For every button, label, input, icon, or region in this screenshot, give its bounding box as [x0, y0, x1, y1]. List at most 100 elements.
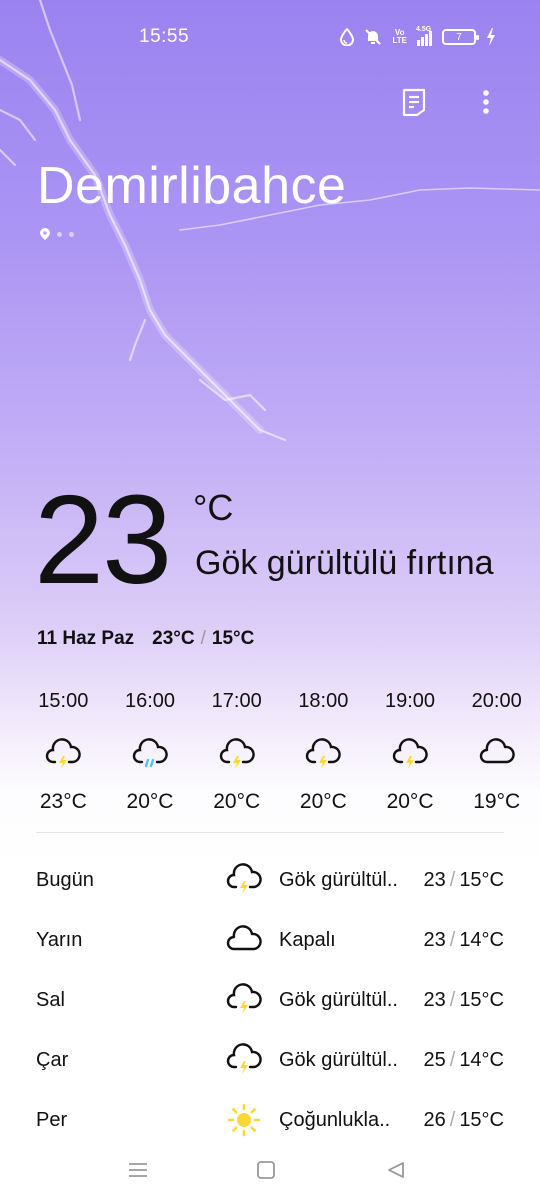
day-high: 23	[423, 928, 446, 951]
document-icon	[402, 88, 426, 116]
menu-icon	[129, 1163, 147, 1177]
home-icon	[257, 1161, 275, 1179]
today-low: 15°C	[211, 628, 255, 649]
hour-temp: 23°C	[39, 790, 87, 813]
thunder-cloud-icon	[392, 736, 428, 772]
page-dot	[69, 231, 74, 237]
hourly-forecast[interactable]: 15:00 23°C 16:00 20°C 17:00 20°C 18:00 2…	[20, 690, 540, 814]
day-condition: Kapalı	[279, 928, 336, 951]
day-name: Per	[36, 1108, 68, 1131]
battery-icon: 7	[442, 29, 479, 45]
thunder-cloud-icon	[305, 736, 342, 772]
daily-forecast: Bugün Gök gürültül.. 23/15°C Yarın Kapal…	[36, 850, 506, 1150]
more-vertical-icon	[483, 90, 489, 114]
day-low: 15°C	[459, 1108, 504, 1131]
temp-separator: /	[449, 988, 456, 1011]
page-dot	[57, 231, 62, 237]
signal-icon: 4.5G	[416, 26, 432, 46]
sun-icon	[226, 1103, 262, 1143]
hour-time: 16:00	[124, 690, 176, 712]
current-temperature: 23	[34, 469, 172, 610]
thunder-cloud-icon	[226, 983, 262, 1023]
day-high: 26	[423, 1108, 446, 1131]
current-condition: Gök gürültülü fırtına	[195, 544, 494, 582]
temp-separator: /	[449, 1048, 456, 1071]
hour-temp: 20°C	[299, 790, 347, 813]
temperature-unit: °C	[193, 487, 234, 528]
thunder-cloud-icon	[45, 736, 82, 772]
hour-temp: 20°C	[213, 790, 261, 813]
hour-time: 17:00	[211, 690, 262, 712]
day-low: 14°C	[459, 928, 504, 951]
day-name: Çar	[36, 1048, 69, 1071]
hour-time: 19:00	[384, 690, 436, 712]
day-low: 15°C	[459, 988, 504, 1011]
day-condition: Gök gürültül..	[279, 1048, 398, 1071]
day-temps: 23/15°C	[424, 869, 505, 892]
volte-icon: Vo LTE	[392, 28, 407, 45]
status-time: 15:55	[139, 26, 190, 47]
more-button[interactable]	[468, 84, 504, 120]
divider	[36, 832, 504, 833]
day-name: Sal	[36, 988, 65, 1011]
date-summary: 11 Haz Paz 23°C/15°C	[37, 628, 254, 650]
page-indicator[interactable]	[40, 228, 74, 240]
day-temps: 26/15°C	[424, 1109, 505, 1132]
status-bar: 15:55 Vo LTE 4.5G 7	[0, 0, 540, 72]
drop-icon	[340, 28, 355, 46]
day-name: Yarın	[36, 928, 83, 951]
cloud-icon	[226, 923, 262, 963]
day-high: 23	[423, 988, 446, 1011]
day-low: 14°C	[459, 1048, 504, 1071]
battery-level: 7	[456, 31, 462, 43]
location-pin-icon	[40, 228, 50, 240]
day-condition: Çoğunlukla..	[279, 1108, 391, 1131]
day-condition: Gök gürültül..	[279, 988, 398, 1011]
thunder-cloud-icon	[219, 736, 255, 772]
network-label: 4.5G	[416, 26, 432, 33]
rain-cloud-icon	[132, 736, 168, 772]
today-high: 23°C	[152, 628, 195, 649]
recents-button[interactable]	[124, 1156, 152, 1184]
high-low: 23°C/15°C	[152, 628, 254, 650]
back-icon	[388, 1162, 404, 1178]
hourly-item: 17:00 20°C	[193, 690, 280, 814]
hour-time: 15:00	[38, 690, 89, 712]
daily-row[interactable]: Sal Gök gürültül.. 23/15°C	[36, 970, 506, 1030]
day-temps: 25/14°C	[424, 1049, 505, 1072]
hour-temp: 20°C	[386, 790, 434, 813]
hourly-item: 16:00 20°C	[107, 690, 194, 814]
hour-temp: 19°C	[473, 790, 521, 813]
day-condition: Gök gürültül..	[279, 868, 398, 891]
hourly-item: 15:00 23°C	[20, 690, 107, 814]
cloud-icon	[479, 736, 515, 772]
charging-icon	[487, 28, 495, 46]
hourly-item: 19:00 20°C	[367, 690, 454, 814]
bell-muted-icon	[365, 29, 382, 45]
status-icons: Vo LTE 4.5G 7	[340, 26, 496, 48]
navigation-bar	[0, 1140, 540, 1200]
current-date: 11 Haz Paz	[37, 628, 135, 649]
hour-time: 20:00	[471, 690, 522, 712]
day-temps: 23/14°C	[424, 929, 505, 952]
city-name: Demirlibahce	[37, 157, 347, 215]
thunder-cloud-icon	[226, 1043, 262, 1083]
day-temps: 23/15°C	[424, 989, 505, 1012]
hourly-item: 18:00 20°C	[280, 690, 367, 814]
day-high: 25	[423, 1048, 446, 1071]
thunder-cloud-icon	[226, 863, 262, 903]
temp-separator: /	[449, 1108, 456, 1131]
document-button[interactable]	[396, 84, 432, 120]
high-low-separator: /	[200, 628, 206, 649]
day-high: 23	[423, 868, 446, 891]
temp-separator: /	[449, 928, 456, 951]
temp-separator: /	[449, 868, 456, 891]
daily-row[interactable]: Bugün Gök gürültül.. 23/15°C	[36, 850, 506, 910]
home-button[interactable]	[252, 1156, 280, 1184]
daily-row[interactable]: Yarın Kapalı 23/14°C	[36, 910, 506, 970]
day-low: 15°C	[459, 868, 504, 891]
day-name: Bugün	[36, 868, 94, 891]
back-button[interactable]	[382, 1156, 410, 1184]
hourly-item: 20:00 19°C	[453, 690, 540, 814]
daily-row[interactable]: Çar Gök gürültül.. 25/14°C	[36, 1030, 506, 1090]
